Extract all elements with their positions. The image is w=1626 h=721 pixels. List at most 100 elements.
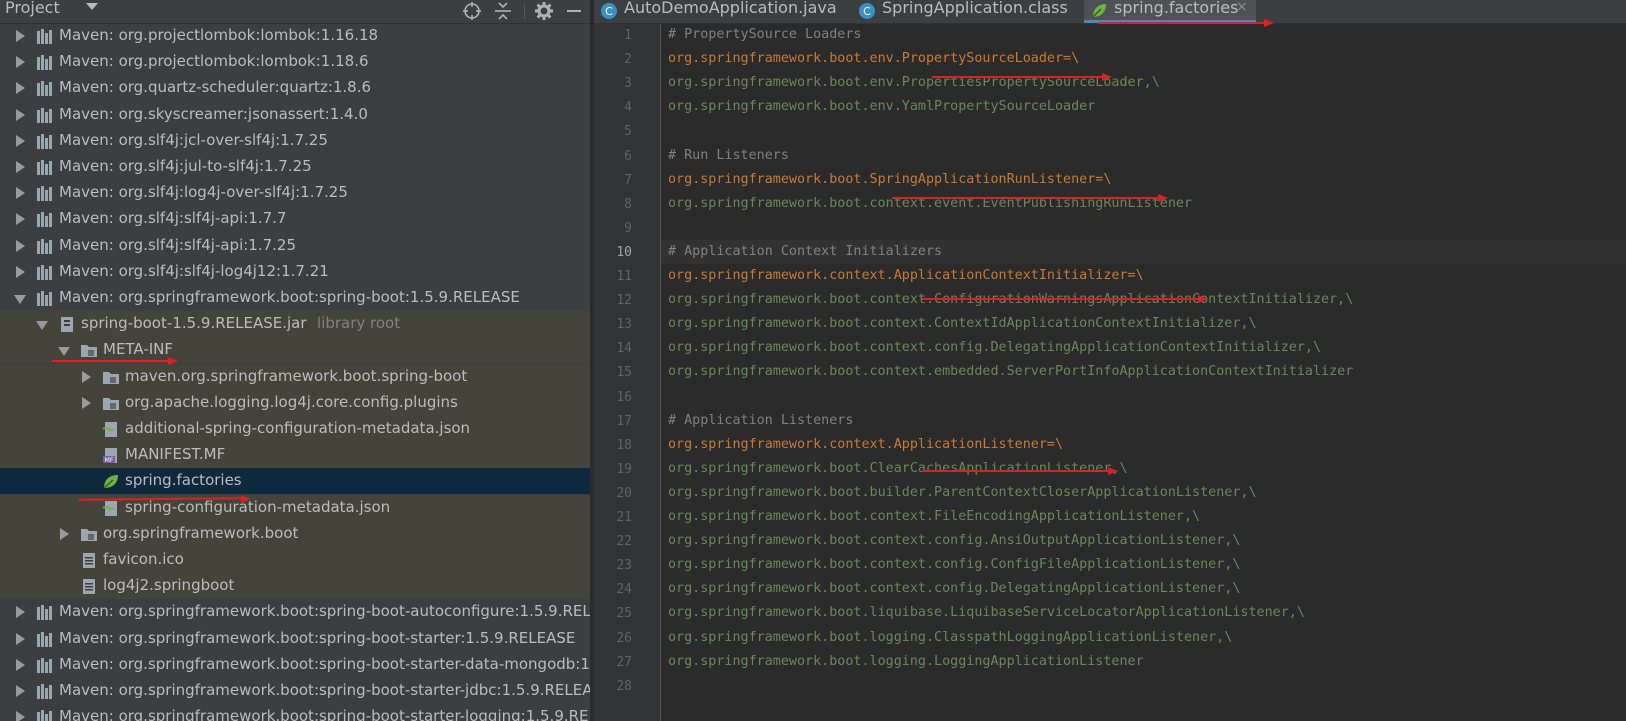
tree-item-library[interactable]: Maven: org.springframework.boot:spring-b… bbox=[0, 626, 592, 652]
collapsed-arrow-icon[interactable] bbox=[16, 108, 25, 121]
code-editor[interactable]: # PropertySource Loaders org.springframew… bbox=[661, 24, 1626, 721]
collapsed-arrow-icon[interactable] bbox=[16, 632, 25, 645]
collapsed-arrow-icon[interactable] bbox=[16, 711, 25, 721]
tree-item-folder[interactable]: org.springframework.boot bbox=[0, 520, 592, 547]
tree-item-library[interactable]: Maven: org.springframework.boot:spring-b… bbox=[0, 652, 592, 678]
line-number-gutter: 1 2 3 4 5 6 7 8 9 10 11 12 13 14 15 16 17 18 19 20 21 22 23 24 2… bbox=[594, 24, 661, 721]
tree-item-file[interactable]: log4j2.springboot bbox=[0, 573, 592, 600]
code-line[interactable]: org.springframework.boot.env.PropertySou… bbox=[668, 51, 1079, 66]
code-line[interactable]: org.springframework.boot.logging.Classpa… bbox=[668, 630, 1232, 645]
property-value: org.springframework.boot.context.config.… bbox=[668, 581, 1241, 597]
code-line[interactable]: org.springframework.context.ApplicationL… bbox=[668, 437, 1063, 452]
line-number: 1 bbox=[624, 28, 632, 43]
code-line[interactable]: org.springframework.boot.env.YamlPropert… bbox=[668, 99, 1095, 114]
tree-item-library[interactable]: Maven: org.projectlombok:lombok:1.18.6 bbox=[0, 49, 592, 75]
tree-item-library[interactable]: Maven: org.quartz-scheduler:quartz:1.8.6 bbox=[0, 75, 592, 101]
code-line[interactable]: org.springframework.boot.context.Context… bbox=[668, 316, 1257, 331]
collapsed-arrow-icon[interactable] bbox=[16, 82, 25, 95]
tab-label: SpringApplication.class bbox=[882, 0, 1068, 17]
tree-item-file[interactable]: spring-boot-1.5.9.RELEASE.jar library roo… bbox=[0, 311, 592, 338]
collapsed-arrow-icon[interactable] bbox=[16, 30, 25, 42]
code-line[interactable]: # Run Listeners bbox=[668, 148, 789, 163]
expanded-arrow-icon[interactable] bbox=[36, 321, 48, 331]
collapsed-arrow-icon[interactable] bbox=[16, 606, 25, 619]
tree-item-library[interactable]: Maven: org.slf4j:slf4j-api:1.7.25 bbox=[0, 233, 592, 259]
code-line[interactable]: org.springframework.context.ApplicationC… bbox=[668, 268, 1144, 283]
collapse-icon[interactable] bbox=[493, 1, 513, 21]
expanded-arrow-icon[interactable] bbox=[58, 347, 70, 357]
tree-item-label: Maven: org.springframework.boot:spring-b… bbox=[59, 628, 576, 647]
tree-item-library[interactable]: Maven: org.skyscreamer:jsonassert:1.4.0 bbox=[0, 102, 592, 128]
tree-item-library[interactable]: Maven: org.projectlombok:lombok:1.16.18 bbox=[0, 23, 592, 49]
collapsed-arrow-icon[interactable] bbox=[60, 527, 69, 540]
collapsed-arrow-icon[interactable] bbox=[16, 56, 25, 69]
tree-item-library[interactable]: Maven: org.springframework.boot:spring-b… bbox=[0, 285, 592, 311]
code-line[interactable]: org.springframework.boot.context.embedde… bbox=[668, 364, 1353, 379]
code-line[interactable]: org.springframework.boot.ClearCachesAppl… bbox=[668, 461, 1128, 476]
library-icon bbox=[37, 710, 52, 721]
tree-item-file[interactable]: MF MANIFEST.MF bbox=[0, 442, 592, 469]
tree-item-library[interactable]: Maven: org.springframework.boot:spring-b… bbox=[0, 599, 592, 625]
code-line[interactable]: org.springframework.boot.logging.Logging… bbox=[668, 654, 1144, 669]
tree-item-file[interactable]: additional-spring-configuration-metadata… bbox=[0, 416, 592, 442]
annotation-underline bbox=[892, 197, 1160, 199]
close-icon[interactable]: × bbox=[1236, 0, 1248, 15]
code-line[interactable]: org.springframework.boot.context.config.… bbox=[668, 340, 1321, 355]
editor-tab-bar: C AutoDemoApplication.java C SpringAppli… bbox=[594, 0, 1626, 24]
line-number: 23 bbox=[616, 558, 632, 574]
collapsed-arrow-icon[interactable] bbox=[16, 658, 25, 671]
code-line[interactable]: org.springframework.boot.context.config.… bbox=[668, 557, 1240, 572]
chevron-down-icon[interactable] bbox=[86, 3, 98, 10]
package-folder-icon bbox=[81, 345, 97, 358]
tab-springapplication[interactable]: C SpringApplication.class bbox=[854, 0, 1068, 23]
collapsed-arrow-icon[interactable] bbox=[16, 239, 25, 252]
code-line[interactable]: org.springframework.boot.builder.ParentC… bbox=[668, 485, 1257, 500]
code-line[interactable]: org.springframework.boot.liquibase.Liqui… bbox=[668, 605, 1305, 620]
code-line[interactable]: org.springframework.boot.context.config.… bbox=[668, 533, 1240, 548]
tree-item-folder[interactable]: org.apache.logging.log4j.core.config.plu… bbox=[0, 389, 592, 416]
tree-item-file[interactable]: favicon.ico bbox=[0, 547, 592, 573]
tree-item-label: log4j2.springboot bbox=[103, 576, 235, 595]
library-icon bbox=[37, 264, 52, 280]
tree-item-library[interactable]: Maven: org.springframework.boot:spring-b… bbox=[0, 678, 592, 704]
line-number: 16 bbox=[616, 389, 632, 405]
expanded-arrow-icon[interactable] bbox=[14, 295, 26, 304]
code-line[interactable]: org.springframework.boot.context.FileEnc… bbox=[668, 509, 1200, 524]
tree-item-file[interactable]: spring.factories bbox=[0, 468, 592, 495]
collapsed-arrow-icon[interactable] bbox=[16, 265, 25, 278]
collapsed-arrow-icon[interactable] bbox=[16, 134, 25, 147]
collapsed-arrow-icon[interactable] bbox=[82, 396, 91, 409]
code-line[interactable]: # Application Context Initializers bbox=[668, 244, 942, 259]
gear-icon[interactable] bbox=[534, 1, 554, 21]
tree-item-library[interactable]: Maven: org.slf4j:slf4j-log4j12:1.7.21 bbox=[0, 259, 592, 285]
package-folder-icon bbox=[81, 528, 97, 541]
code-line[interactable]: org.springframework.boot.SpringApplicati… bbox=[668, 172, 1111, 187]
annotation-arrowhead bbox=[168, 357, 178, 365]
tree-item-folder[interactable]: maven.org.springframework.boot.spring-bo… bbox=[0, 363, 592, 390]
tree-item-library[interactable]: Maven: org.slf4j:jcl-over-slf4j:1.7.25 bbox=[0, 128, 592, 154]
line-number: 21 bbox=[616, 510, 632, 525]
collapsed-arrow-icon[interactable] bbox=[16, 213, 25, 226]
tree-item-library[interactable]: Maven: org.springframework.boot:spring-b… bbox=[0, 704, 592, 721]
tab-autodemoapplication[interactable]: C AutoDemoApplication.java bbox=[596, 0, 844, 23]
tree-item-label: Maven: org.slf4j:jcl-over-slf4j:1.7.25 bbox=[59, 130, 328, 149]
tree-item-label: Maven: org.springframework.boot:spring-b… bbox=[59, 681, 592, 699]
collapsed-arrow-icon[interactable] bbox=[16, 187, 25, 200]
annotation-underline bbox=[922, 470, 1110, 472]
collapsed-arrow-icon[interactable] bbox=[16, 161, 25, 173]
tree-item-library[interactable]: Maven: org.slf4j:slf4j-api:1.7.7 bbox=[0, 206, 592, 232]
target-icon[interactable] bbox=[462, 1, 482, 21]
tree-item-library[interactable]: Maven: org.slf4j:log4j-over-slf4j:1.7.25 bbox=[0, 180, 592, 206]
property-value: org.springframework.boot.logging.Classpa… bbox=[668, 629, 1233, 645]
project-panel-title[interactable]: Project bbox=[5, 0, 60, 17]
code-line[interactable]: # Application Listeners bbox=[668, 413, 853, 428]
code-line[interactable]: org.springframework.boot.context.config.… bbox=[668, 581, 1240, 596]
code-line[interactable]: # PropertySource Loaders bbox=[668, 27, 861, 42]
collapsed-arrow-icon[interactable] bbox=[16, 685, 25, 697]
tree-item-label: Maven: org.projectlombok:lombok:1.16.18 bbox=[59, 26, 379, 44]
minimize-icon[interactable] bbox=[564, 1, 584, 21]
tab-spring-factories[interactable]: spring.factories × bbox=[1084, 0, 1256, 23]
tree-item-label: Maven: org.springframework.boot:spring-b… bbox=[59, 288, 520, 306]
collapsed-arrow-icon[interactable] bbox=[82, 370, 91, 383]
tree-item-library[interactable]: Maven: org.slf4j:jul-to-slf4j:1.7.25 bbox=[0, 154, 592, 180]
